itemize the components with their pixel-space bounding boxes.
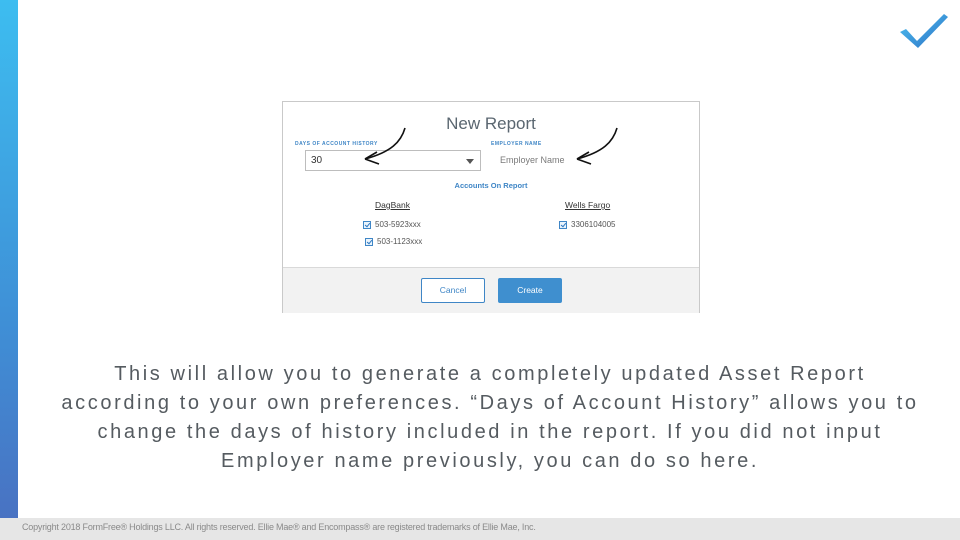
account-item[interactable]: 503-5923xxx	[363, 220, 443, 232]
copyright-text: Copyright 2018 FormFree® Holdings LLC. A…	[22, 522, 536, 532]
checkbox-checked-icon[interactable]	[363, 221, 371, 229]
checkbox-checked-icon[interactable]	[559, 221, 567, 229]
employer-name-label: EMPLOYER NAME	[491, 141, 542, 147]
checkbox-checked-icon[interactable]	[365, 238, 373, 246]
days-value: 30	[311, 155, 323, 166]
dialog-title: New Report	[446, 114, 536, 133]
dialog-footer: Cancel Create	[283, 267, 699, 313]
bank-name: Wells Fargo	[565, 200, 611, 210]
footer-bar: Copyright 2018 FormFree® Holdings LLC. A…	[0, 518, 960, 540]
chevron-down-icon	[466, 159, 474, 164]
accounts-on-report-heading: Accounts On Report	[454, 181, 528, 190]
left-accent-bar	[0, 0, 18, 540]
employer-name-value: Employer Name	[500, 155, 565, 165]
cancel-button[interactable]: Cancel	[421, 278, 485, 303]
annotation-arrow-icon	[364, 127, 406, 165]
slide-caption: This will allow you to generate a comple…	[61, 363, 919, 472]
new-report-dialog: New Report DAYS OF ACCOUNT HISTORY EMPLO…	[282, 101, 700, 313]
account-item[interactable]: 503-1123xxx	[365, 237, 445, 249]
account-number: 503-1123xxx	[377, 237, 423, 246]
account-number: 3306104005	[571, 220, 616, 229]
create-button[interactable]: Create	[498, 278, 562, 303]
annotation-arrow-icon	[576, 127, 618, 165]
bank-name: DagBank	[375, 200, 410, 210]
checkmark-logo-icon	[900, 14, 948, 48]
account-number: 503-5923xxx	[375, 220, 421, 229]
account-item[interactable]: 3306104005	[559, 220, 639, 232]
